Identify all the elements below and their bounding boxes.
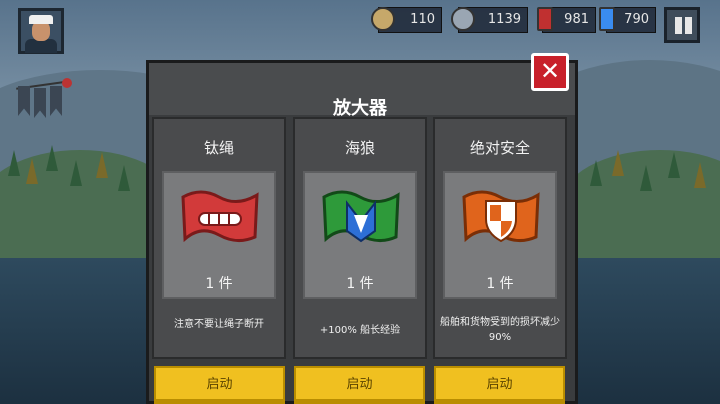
avatar-head <box>32 21 50 41</box>
activate-button-absolute-safety[interactable]: 启动 <box>434 366 565 404</box>
tree <box>590 160 602 186</box>
silver-coin-icon <box>451 7 475 31</box>
avatar-cap <box>29 15 53 24</box>
silver-counter[interactable]: 1139 <box>451 7 528 33</box>
booster-name: 海狼 <box>344 139 375 157</box>
tree <box>668 152 680 178</box>
booster-card-absolute-safety: 绝对安全 1 件 船舶和货物受到的损坏减少 90% <box>433 117 567 359</box>
booster-description: 注意不要让绳子断开 <box>174 319 264 330</box>
energy-value: 790 <box>624 12 649 27</box>
red-flag-icon <box>181 190 259 243</box>
tree <box>26 158 38 184</box>
booster-quantity: 1 件 <box>486 276 514 292</box>
close-button[interactable]: ✕ <box>531 53 569 91</box>
tree <box>8 150 20 176</box>
notification-dot <box>62 78 72 88</box>
booster-description: +100% 船长经验 <box>319 325 401 336</box>
cards-counter[interactable]: 981 <box>537 7 596 33</box>
silver-value: 1139 <box>487 12 521 27</box>
booster-card-titanium-rope: 钛绳 1 件 注意不要让绳子断开 <box>152 117 286 359</box>
tree <box>46 145 58 171</box>
cards-value: 981 <box>564 12 589 27</box>
coin-icon <box>371 7 395 31</box>
booster-tile[interactable]: 1 件 <box>443 171 557 299</box>
activate-button-sea-wolf[interactable]: 启动 <box>294 366 425 404</box>
energy-counter[interactable]: 790 <box>599 7 656 33</box>
orange-flag-icon <box>462 190 540 243</box>
booster-name: 绝对安全 <box>469 139 530 157</box>
booster-quantity: 1 件 <box>346 276 374 292</box>
tree <box>694 162 706 188</box>
activate-button-titanium-rope[interactable]: 启动 <box>154 366 285 404</box>
tree <box>640 165 652 191</box>
avatar-body <box>25 39 57 53</box>
lightning-icon <box>599 7 615 31</box>
booster-tile[interactable]: 1 件 <box>303 171 417 299</box>
close-icon: ✕ <box>539 57 561 85</box>
booster-tile[interactable]: 1 件 <box>162 171 276 299</box>
coins-counter[interactable]: 110 <box>371 7 442 33</box>
pause-button[interactable] <box>664 7 700 43</box>
booster-description: 船舶和货物受到的损坏减少 90% <box>440 317 560 343</box>
booster-name: 钛绳 <box>203 139 234 157</box>
tree <box>70 160 82 186</box>
captain-avatar[interactable] <box>18 8 64 54</box>
tree <box>118 165 130 191</box>
tree <box>612 150 624 176</box>
card-icon <box>537 7 553 31</box>
coins-value: 110 <box>410 12 435 27</box>
green-flag-icon <box>322 190 400 243</box>
tree <box>96 152 108 178</box>
booster-card-sea-wolf: 海狼 1 件 +100% 船长经验 <box>293 117 427 359</box>
rope-icon <box>198 212 242 226</box>
booster-quantity: 1 件 <box>205 276 233 292</box>
